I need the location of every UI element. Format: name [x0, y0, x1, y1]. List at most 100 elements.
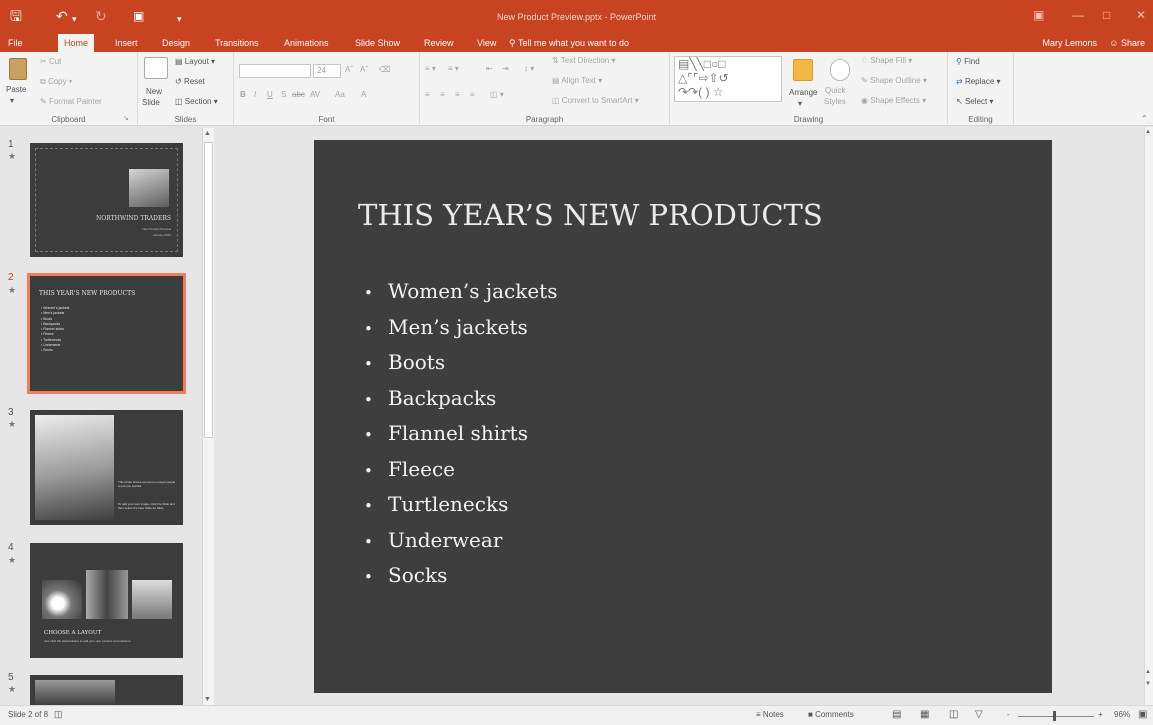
- paste-dropdown-icon[interactable]: ▾: [10, 96, 14, 105]
- bullet-item[interactable]: • Flannel shirts: [364, 416, 557, 452]
- numbering-icon[interactable]: ≡ ▾: [448, 64, 459, 73]
- minimize-icon[interactable]: —: [1072, 8, 1084, 22]
- bullet-item[interactable]: • Fleece: [364, 452, 557, 488]
- clear-formatting-icon[interactable]: ⌫: [379, 65, 390, 74]
- tab-file[interactable]: File: [8, 34, 23, 52]
- tab-transitions[interactable]: Transitions: [215, 34, 259, 52]
- convert-smartart-button[interactable]: ◫ Convert to SmartArt ▾: [552, 96, 639, 105]
- slide-sorter-icon[interactable]: ▦: [920, 709, 929, 720]
- bullet-item[interactable]: • Backpacks: [364, 381, 557, 417]
- quick-styles-icon[interactable]: [830, 59, 850, 81]
- slides-pane-scrollbar[interactable]: ▲ ▼: [202, 128, 214, 705]
- format-painter-button[interactable]: ✎ Format Painter: [40, 97, 102, 106]
- replace-button[interactable]: ⇄ Replace ▾: [956, 77, 1001, 86]
- bullets-icon[interactable]: ≡ ▾: [425, 64, 436, 73]
- align-text-button[interactable]: ▤ Align Text ▾: [552, 76, 602, 85]
- find-button[interactable]: ⚲ Find: [956, 57, 980, 66]
- shape-effects-button[interactable]: ◉ Shape Effects ▾: [861, 96, 926, 105]
- close-icon[interactable]: ✕: [1136, 8, 1146, 22]
- slide-title[interactable]: THIS YEAR’S NEW PRODUCTS: [358, 198, 823, 232]
- increase-indent-icon[interactable]: ⇥: [502, 64, 509, 73]
- bullet-item[interactable]: • Men’s jackets: [364, 310, 557, 346]
- ribbon-display-options-icon[interactable]: ▣: [1033, 8, 1044, 22]
- shape-outline-button[interactable]: ✎ Shape Outline ▾: [861, 76, 927, 85]
- tab-review[interactable]: Review: [424, 34, 454, 52]
- columns-icon[interactable]: ◫ ▾: [490, 90, 504, 99]
- justify-icon[interactable]: ≡: [470, 90, 475, 99]
- new-slide-icon[interactable]: [144, 57, 168, 79]
- align-right-icon[interactable]: ≡: [455, 90, 460, 99]
- scroll-up-icon[interactable]: ▲: [1145, 129, 1151, 135]
- new-slide-label-1[interactable]: New: [146, 87, 162, 96]
- previous-slide-icon[interactable]: ▲: [1145, 669, 1151, 675]
- align-left-icon[interactable]: ≡: [425, 90, 430, 99]
- zoom-slider-track[interactable]: [1018, 716, 1094, 717]
- bullet-item[interactable]: • Boots: [364, 345, 557, 381]
- align-center-icon[interactable]: ≡: [440, 90, 445, 99]
- arrange-icon[interactable]: [793, 59, 813, 81]
- comments-button[interactable]: ■ Comments: [808, 710, 854, 719]
- tab-slide-show[interactable]: Slide Show: [355, 34, 400, 52]
- select-button[interactable]: ↖ Select ▾: [956, 97, 993, 106]
- slide-thumbnail-5[interactable]: [30, 675, 183, 705]
- font-name-field[interactable]: [239, 64, 311, 78]
- tab-home[interactable]: Home: [58, 34, 95, 53]
- editor-scrollbar[interactable]: ▲ ▲ ▼: [1144, 127, 1153, 705]
- spell-check-icon[interactable]: ◫: [54, 709, 63, 720]
- tab-design[interactable]: Design: [162, 34, 190, 52]
- shape-fill-button[interactable]: ♢ Shape Fill ▾: [861, 56, 912, 65]
- next-slide-icon[interactable]: ▼: [1145, 681, 1151, 687]
- zoom-slider-thumb[interactable]: [1053, 711, 1056, 721]
- bullet-item[interactable]: • Turtlenecks: [364, 487, 557, 523]
- change-case-button[interactable]: Aa: [335, 90, 345, 99]
- section-button[interactable]: ◫ Section ▾: [175, 97, 218, 106]
- arrange-dropdown-icon[interactable]: ▾: [798, 99, 802, 108]
- shapes-gallery[interactable]: ▤╲╲□○□ △⌜⌜⇨⇧↺ ↷↷( ) ☆: [674, 56, 782, 102]
- italic-button[interactable]: I: [254, 90, 256, 99]
- bullet-item[interactable]: • Underwear: [364, 523, 557, 559]
- grow-font-icon[interactable]: Aˆ: [345, 65, 353, 74]
- quick-styles-label-1[interactable]: Quick: [825, 86, 845, 95]
- bullet-item[interactable]: • Socks: [364, 558, 557, 594]
- new-slide-label-2[interactable]: Slide: [142, 98, 160, 107]
- cut-button[interactable]: ✂ Cut: [40, 57, 61, 66]
- text-direction-button[interactable]: ⇅ Text Direction ▾: [552, 56, 616, 65]
- line-spacing-icon[interactable]: ↕ ▾: [524, 64, 534, 73]
- slide-thumbnail-4[interactable]: CHOOSE A LAYOUT Just click the placehold…: [30, 543, 183, 658]
- bullet-item[interactable]: • Women’s jackets: [364, 274, 557, 310]
- paste-icon[interactable]: [9, 58, 27, 80]
- notes-button[interactable]: ≡ Notes: [756, 710, 784, 719]
- shadow-button[interactable]: S: [281, 90, 286, 99]
- share-button[interactable]: ☺ Share: [1109, 34, 1145, 52]
- quick-styles-label-2[interactable]: Styles: [824, 97, 846, 106]
- zoom-level[interactable]: 96%: [1114, 710, 1130, 719]
- reading-view-icon[interactable]: ◫: [949, 709, 958, 720]
- tab-animations[interactable]: Animations: [284, 34, 329, 52]
- font-color-button[interactable]: A: [361, 90, 366, 99]
- paste-button[interactable]: Paste: [6, 85, 26, 94]
- slide-thumbnail-3[interactable]: This photo shows someone enough people t…: [30, 410, 183, 525]
- tab-insert[interactable]: Insert: [115, 34, 138, 52]
- reset-button[interactable]: ↺ Reset: [175, 77, 205, 86]
- layout-button[interactable]: ▤ Layout ▾: [175, 57, 215, 66]
- current-slide[interactable]: THIS YEAR’S NEW PRODUCTS • Women’s jacket…: [314, 140, 1052, 693]
- shrink-font-icon[interactable]: Aˇ: [360, 65, 368, 74]
- font-size-field[interactable]: 24: [313, 64, 341, 78]
- maximize-icon[interactable]: □: [1103, 8, 1110, 22]
- bold-button[interactable]: B: [240, 90, 246, 99]
- dialog-launcher-icon[interactable]: ↘: [123, 114, 129, 122]
- user-name[interactable]: Mary Lemons: [1042, 34, 1097, 52]
- decrease-indent-icon[interactable]: ⇤: [486, 64, 493, 73]
- copy-button[interactable]: ⧉ Copy ▾: [40, 77, 72, 87]
- zoom-out-button[interactable]: -: [1007, 710, 1010, 719]
- slide-thumbnail-1[interactable]: NORTHWIND TRADERS New Product Preview Ja…: [30, 143, 183, 257]
- scroll-up-icon[interactable]: ▲: [204, 130, 211, 137]
- tell-me-box[interactable]: ⚲ Tell me what you want to do: [509, 34, 629, 52]
- scroll-down-icon[interactable]: ▼: [204, 696, 211, 703]
- arrange-button[interactable]: Arrange: [789, 88, 817, 97]
- collapse-ribbon-icon[interactable]: ⌃: [1141, 114, 1148, 123]
- scrollbar-thumb[interactable]: [204, 142, 213, 438]
- character-spacing-button[interactable]: AV: [310, 90, 320, 99]
- slide-show-icon[interactable]: ▽: [975, 709, 983, 720]
- slide-bullet-list[interactable]: • Women’s jackets • Men’s jackets • Boots •…: [364, 274, 557, 594]
